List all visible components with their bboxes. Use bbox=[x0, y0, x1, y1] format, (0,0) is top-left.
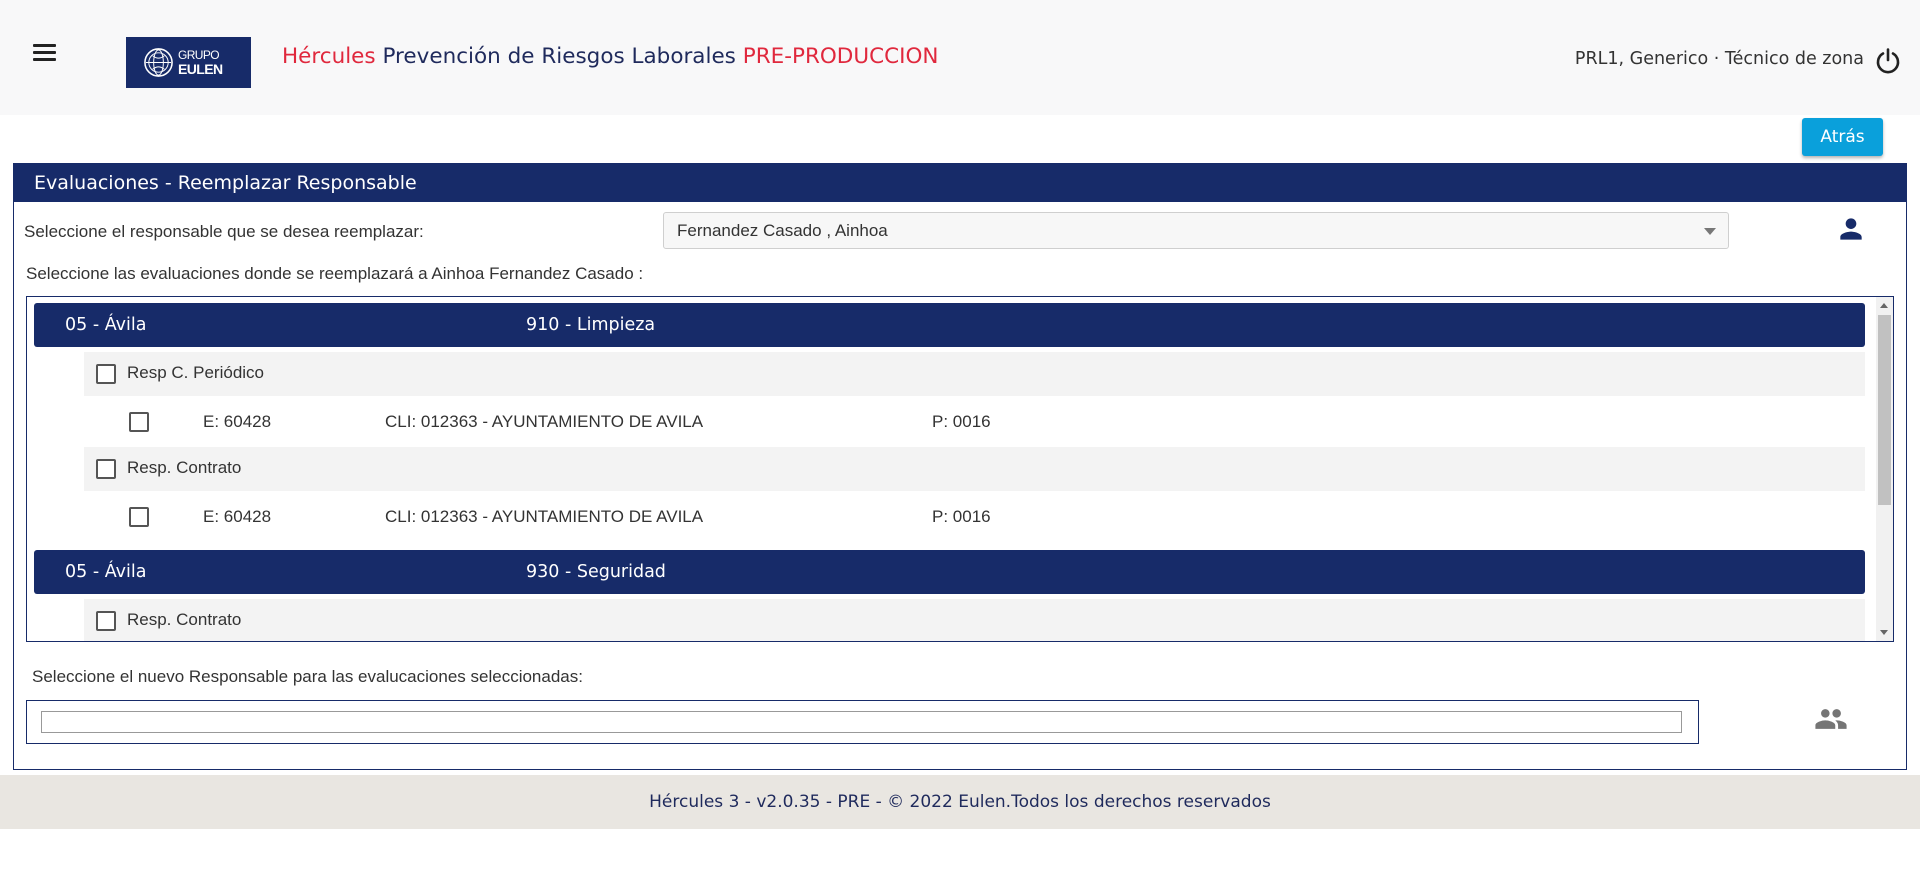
evaluation-id: E: 60428 bbox=[203, 412, 272, 431]
environment-label: PRE-PRODUCCION bbox=[742, 44, 939, 69]
page-footer: Hércules 3 - v2.0.35 - PRE - © 2022 Eule… bbox=[0, 775, 1920, 829]
new-responsible-input[interactable] bbox=[41, 711, 1682, 733]
responsible-select[interactable]: Fernandez Casado , Ainhoa bbox=[663, 212, 1729, 249]
new-responsible-label: Seleccione el nuevo Responsable para las… bbox=[32, 667, 583, 686]
subgroup-row: Resp C. Periódico bbox=[84, 352, 1865, 396]
subgroup-label: Resp. Contrato bbox=[127, 458, 242, 477]
group-activity: 910 - Limpieza bbox=[526, 315, 656, 335]
evaluation-row: E: 60428 CLI: 012363 - AYUNTAMIENTO DE A… bbox=[84, 493, 1865, 537]
scroll-down-arrow[interactable] bbox=[1880, 630, 1888, 635]
evaluation-checkbox[interactable] bbox=[129, 507, 149, 527]
evaluation-p: P: 0016 bbox=[932, 507, 991, 526]
new-responsible-frame bbox=[26, 700, 1699, 744]
menu-icon[interactable] bbox=[33, 44, 59, 62]
back-button[interactable]: Atrás bbox=[1802, 118, 1883, 156]
evaluations-list-label: Seleccione las evaluaciones donde se ree… bbox=[26, 264, 644, 283]
subgroup-checkbox[interactable] bbox=[96, 459, 116, 479]
company-logo[interactable]: GRUPO EULEN bbox=[126, 37, 251, 88]
group-header[interactable]: 05 - Ávila 930 - Seguridad bbox=[34, 550, 1865, 594]
group-activity: 930 - Seguridad bbox=[526, 562, 666, 582]
person-icon[interactable] bbox=[1835, 213, 1867, 245]
chevron-down-icon bbox=[1704, 228, 1716, 235]
scroll-up-arrow[interactable] bbox=[1880, 303, 1888, 308]
subgroup-row: Resp. Contrato bbox=[84, 599, 1865, 641]
user-info: PRL1, Generico · Técnico de zona bbox=[1574, 49, 1864, 69]
select-responsible-label: Seleccione el responsable que se desea r… bbox=[24, 222, 424, 241]
power-icon[interactable] bbox=[1874, 47, 1902, 75]
panel-title: Evaluaciones - Reemplazar Responsable bbox=[14, 164, 1906, 202]
group-zone: 05 - Ávila bbox=[65, 315, 147, 335]
eulen-globe-icon bbox=[144, 48, 173, 77]
list-scrollbar[interactable] bbox=[1876, 297, 1893, 641]
subgroup-checkbox[interactable] bbox=[96, 611, 116, 631]
evaluation-client: CLI: 012363 - AYUNTAMIENTO DE AVILA bbox=[385, 507, 704, 526]
subgroup-label: Resp. Contrato bbox=[127, 610, 242, 629]
app-title: Hércules Prevención de Riesgos Laborales… bbox=[282, 44, 938, 69]
subgroup-checkbox[interactable] bbox=[96, 364, 116, 384]
app-header: GRUPO EULEN Hércules Prevención de Riesg… bbox=[0, 0, 1920, 115]
group-icon[interactable] bbox=[1811, 702, 1851, 736]
subgroup-label: Resp C. Periódico bbox=[127, 363, 265, 382]
app-title-module: Prevención de Riesgos Laborales bbox=[375, 44, 743, 69]
group-header[interactable]: 05 - Ávila 910 - Limpieza bbox=[34, 303, 1865, 347]
evaluation-p: P: 0016 bbox=[932, 412, 991, 431]
responsible-select-value: Fernandez Casado , Ainhoa bbox=[677, 221, 888, 240]
evaluation-checkbox[interactable] bbox=[129, 412, 149, 432]
evaluation-row: E: 60428 CLI: 012363 - AYUNTAMIENTO DE A… bbox=[84, 398, 1865, 442]
logo-text-line2: EULEN bbox=[178, 61, 223, 77]
evaluations-list: 05 - Ávila 910 - Limpieza Resp C. Periód… bbox=[26, 296, 1894, 642]
group-zone: 05 - Ávila bbox=[65, 562, 147, 582]
evaluation-client: CLI: 012363 - AYUNTAMIENTO DE AVILA bbox=[385, 412, 704, 431]
app-title-brand: Hércules bbox=[282, 44, 376, 69]
evaluation-id: E: 60428 bbox=[203, 507, 272, 526]
scroll-thumb[interactable] bbox=[1878, 315, 1891, 505]
subgroup-row: Resp. Contrato bbox=[84, 447, 1865, 491]
